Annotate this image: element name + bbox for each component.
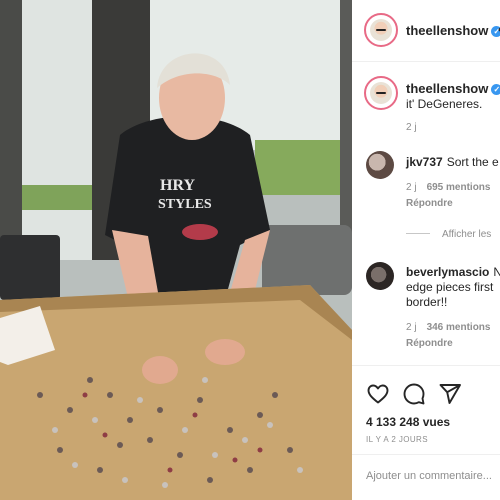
author-avatar[interactable]: [364, 13, 398, 47]
replies-divider: [406, 233, 430, 234]
share-icon[interactable]: [438, 382, 462, 406]
post-actions: 4 133 248 vues IL Y A 2 JOURS: [352, 365, 500, 500]
caption-timestamp[interactable]: 2 j: [406, 122, 417, 133]
view-count[interactable]: 4 133 248 vues: [366, 415, 450, 429]
comment-text-line: edge pieces first: [406, 280, 494, 294]
heart-icon[interactable]: [366, 382, 390, 406]
video-frame-image: HRY STYLES: [0, 0, 352, 500]
reply-button[interactable]: Répondre: [406, 198, 453, 209]
comment-row: beverlymascio N: [406, 265, 500, 279]
author-username[interactable]: theellenshow: [406, 23, 488, 38]
post-date[interactable]: IL Y A 2 JOURS: [366, 435, 428, 444]
caption-avatar[interactable]: [364, 76, 398, 110]
comment-text: Sort the e: [446, 155, 499, 169]
comment-avatar[interactable]: [366, 262, 394, 290]
verified-badge-icon: ✓: [491, 84, 500, 95]
comment-likes[interactable]: 695 mentions: [427, 182, 491, 193]
comment-text-line: border!!: [406, 295, 448, 309]
comment-timestamp[interactable]: 2 j: [406, 322, 417, 333]
comment-username[interactable]: beverlymascio: [406, 265, 489, 279]
comment-timestamp[interactable]: 2 j: [406, 182, 417, 193]
comment-likes[interactable]: 346 mentions: [427, 322, 491, 333]
comment-avatar[interactable]: [366, 151, 394, 179]
post-side-panel: theellenshow✓ • theellenshow✓ it' DeGene…: [352, 0, 500, 500]
caption-username[interactable]: theellenshow: [406, 81, 488, 96]
comment-username[interactable]: jkv737: [406, 155, 443, 169]
author-username-link[interactable]: theellenshow ✓: [406, 23, 500, 38]
add-comment-input[interactable]: [366, 470, 496, 482]
comment-icon[interactable]: [402, 382, 426, 406]
comment-meta: 2 j 695 mentions: [406, 182, 490, 193]
caption-text: it' DeGeneres.: [406, 97, 483, 111]
comment-meta: 2 j 346 mentions: [406, 322, 490, 333]
svg-text:HRY: HRY: [160, 177, 195, 194]
comment-text: N: [493, 265, 500, 279]
view-replies-label[interactable]: Afficher les: [442, 229, 491, 240]
view-replies-button[interactable]: Afficher les: [406, 229, 491, 240]
svg-text:STYLES: STYLES: [158, 197, 212, 212]
comment-row: jkv737 Sort the e: [406, 155, 499, 169]
add-comment-bar: [352, 454, 500, 500]
reply-button[interactable]: Répondre: [406, 338, 453, 349]
post-header: theellenshow✓ •: [352, 0, 500, 62]
post-media-video[interactable]: HRY STYLES: [0, 0, 352, 500]
caption-username-link[interactable]: theellenshow ✓: [406, 81, 500, 96]
